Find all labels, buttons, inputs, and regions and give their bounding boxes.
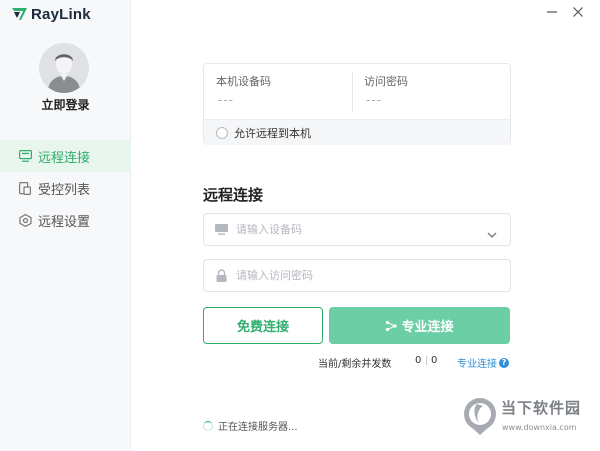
close-icon	[573, 7, 583, 17]
concurrency-remaining: 0	[431, 355, 438, 366]
minimize-button[interactable]	[544, 4, 560, 20]
sidebar-item-label: 远程连接	[38, 150, 91, 166]
sidebar: RayLink 立即登录 远程连接 受控列表 远程设置	[0, 0, 131, 451]
lock-icon	[214, 269, 228, 283]
remote-connect-title: 远程连接	[203, 186, 264, 204]
concurrency-current: 0	[415, 355, 422, 366]
device-code-label: 本机设备码	[216, 75, 271, 88]
info-divider	[352, 72, 353, 112]
close-button[interactable]	[570, 4, 586, 20]
loading-spinner-icon	[203, 420, 213, 431]
monitor-icon	[214, 223, 228, 237]
login-label[interactable]: 立即登录	[0, 96, 131, 113]
pro-connect-link-label: 专业连接	[457, 359, 497, 370]
settings-icon	[18, 213, 32, 227]
device-info-card: 本机设备码 --- 访问密码 --- 允许远程到本机	[203, 63, 511, 145]
device-code-input[interactable]	[236, 223, 466, 236]
sidebar-item-controlled-list[interactable]: 受控列表	[0, 172, 131, 204]
connection-status: 正在连接服务器...	[203, 418, 298, 433]
concurrency-separator: |	[425, 355, 429, 366]
user-avatar-icon	[39, 43, 89, 93]
access-password-input[interactable]	[236, 269, 466, 282]
connection-status-text: 正在连接服务器...	[218, 422, 298, 433]
sidebar-nav: 远程连接 受控列表 远程设置	[0, 140, 131, 236]
concurrency-label: 当前/剩余并发数	[318, 359, 392, 370]
help-icon[interactable]: ?	[499, 357, 509, 368]
allow-remote-toggle[interactable]: 允许远程到本机	[204, 119, 510, 145]
watermark: 当下软件园 www.downxia.com	[459, 395, 599, 441]
avatar[interactable]	[39, 43, 89, 93]
app-logo-text: RayLink	[31, 5, 91, 23]
chevron-down-icon[interactable]	[486, 225, 498, 238]
device-code-block: 本机设备码 ---	[216, 64, 346, 119]
list-icon	[18, 181, 32, 195]
device-code-field[interactable]	[203, 213, 511, 246]
watermark-main-text: 当下软件园	[501, 399, 582, 417]
sidebar-item-label: 远程设置	[38, 214, 91, 230]
free-connect-button[interactable]: 免费连接	[203, 307, 323, 344]
raylink-logo-icon	[12, 8, 27, 20]
minimize-icon	[547, 11, 557, 13]
allow-remote-label: 允许远程到本机	[234, 126, 311, 140]
sidebar-item-remote-settings[interactable]: 远程设置	[0, 204, 131, 236]
sidebar-item-label: 受控列表	[38, 182, 91, 198]
access-password-value[interactable]: ---	[366, 93, 382, 107]
sidebar-item-remote-connect[interactable]: 远程连接	[0, 140, 131, 172]
pro-connect-button[interactable]: 专业连接	[329, 307, 510, 344]
allow-remote-radio[interactable]	[216, 126, 228, 139]
app-logo: RayLink	[12, 5, 91, 23]
device-code-value[interactable]: ---	[218, 93, 234, 107]
access-password-field[interactable]	[203, 259, 511, 292]
watermark-logo-icon	[464, 398, 496, 435]
pro-connect-link[interactable]: 专业连接 ?	[457, 355, 509, 370]
pro-connect-label: 专业连接	[401, 320, 454, 335]
access-password-label: 访问密码	[364, 75, 408, 88]
monitor-icon	[18, 149, 32, 163]
watermark-sub-text: www.downxia.com	[502, 423, 577, 432]
share-icon	[385, 320, 398, 332]
access-password-block: 访问密码 ---	[364, 64, 504, 119]
